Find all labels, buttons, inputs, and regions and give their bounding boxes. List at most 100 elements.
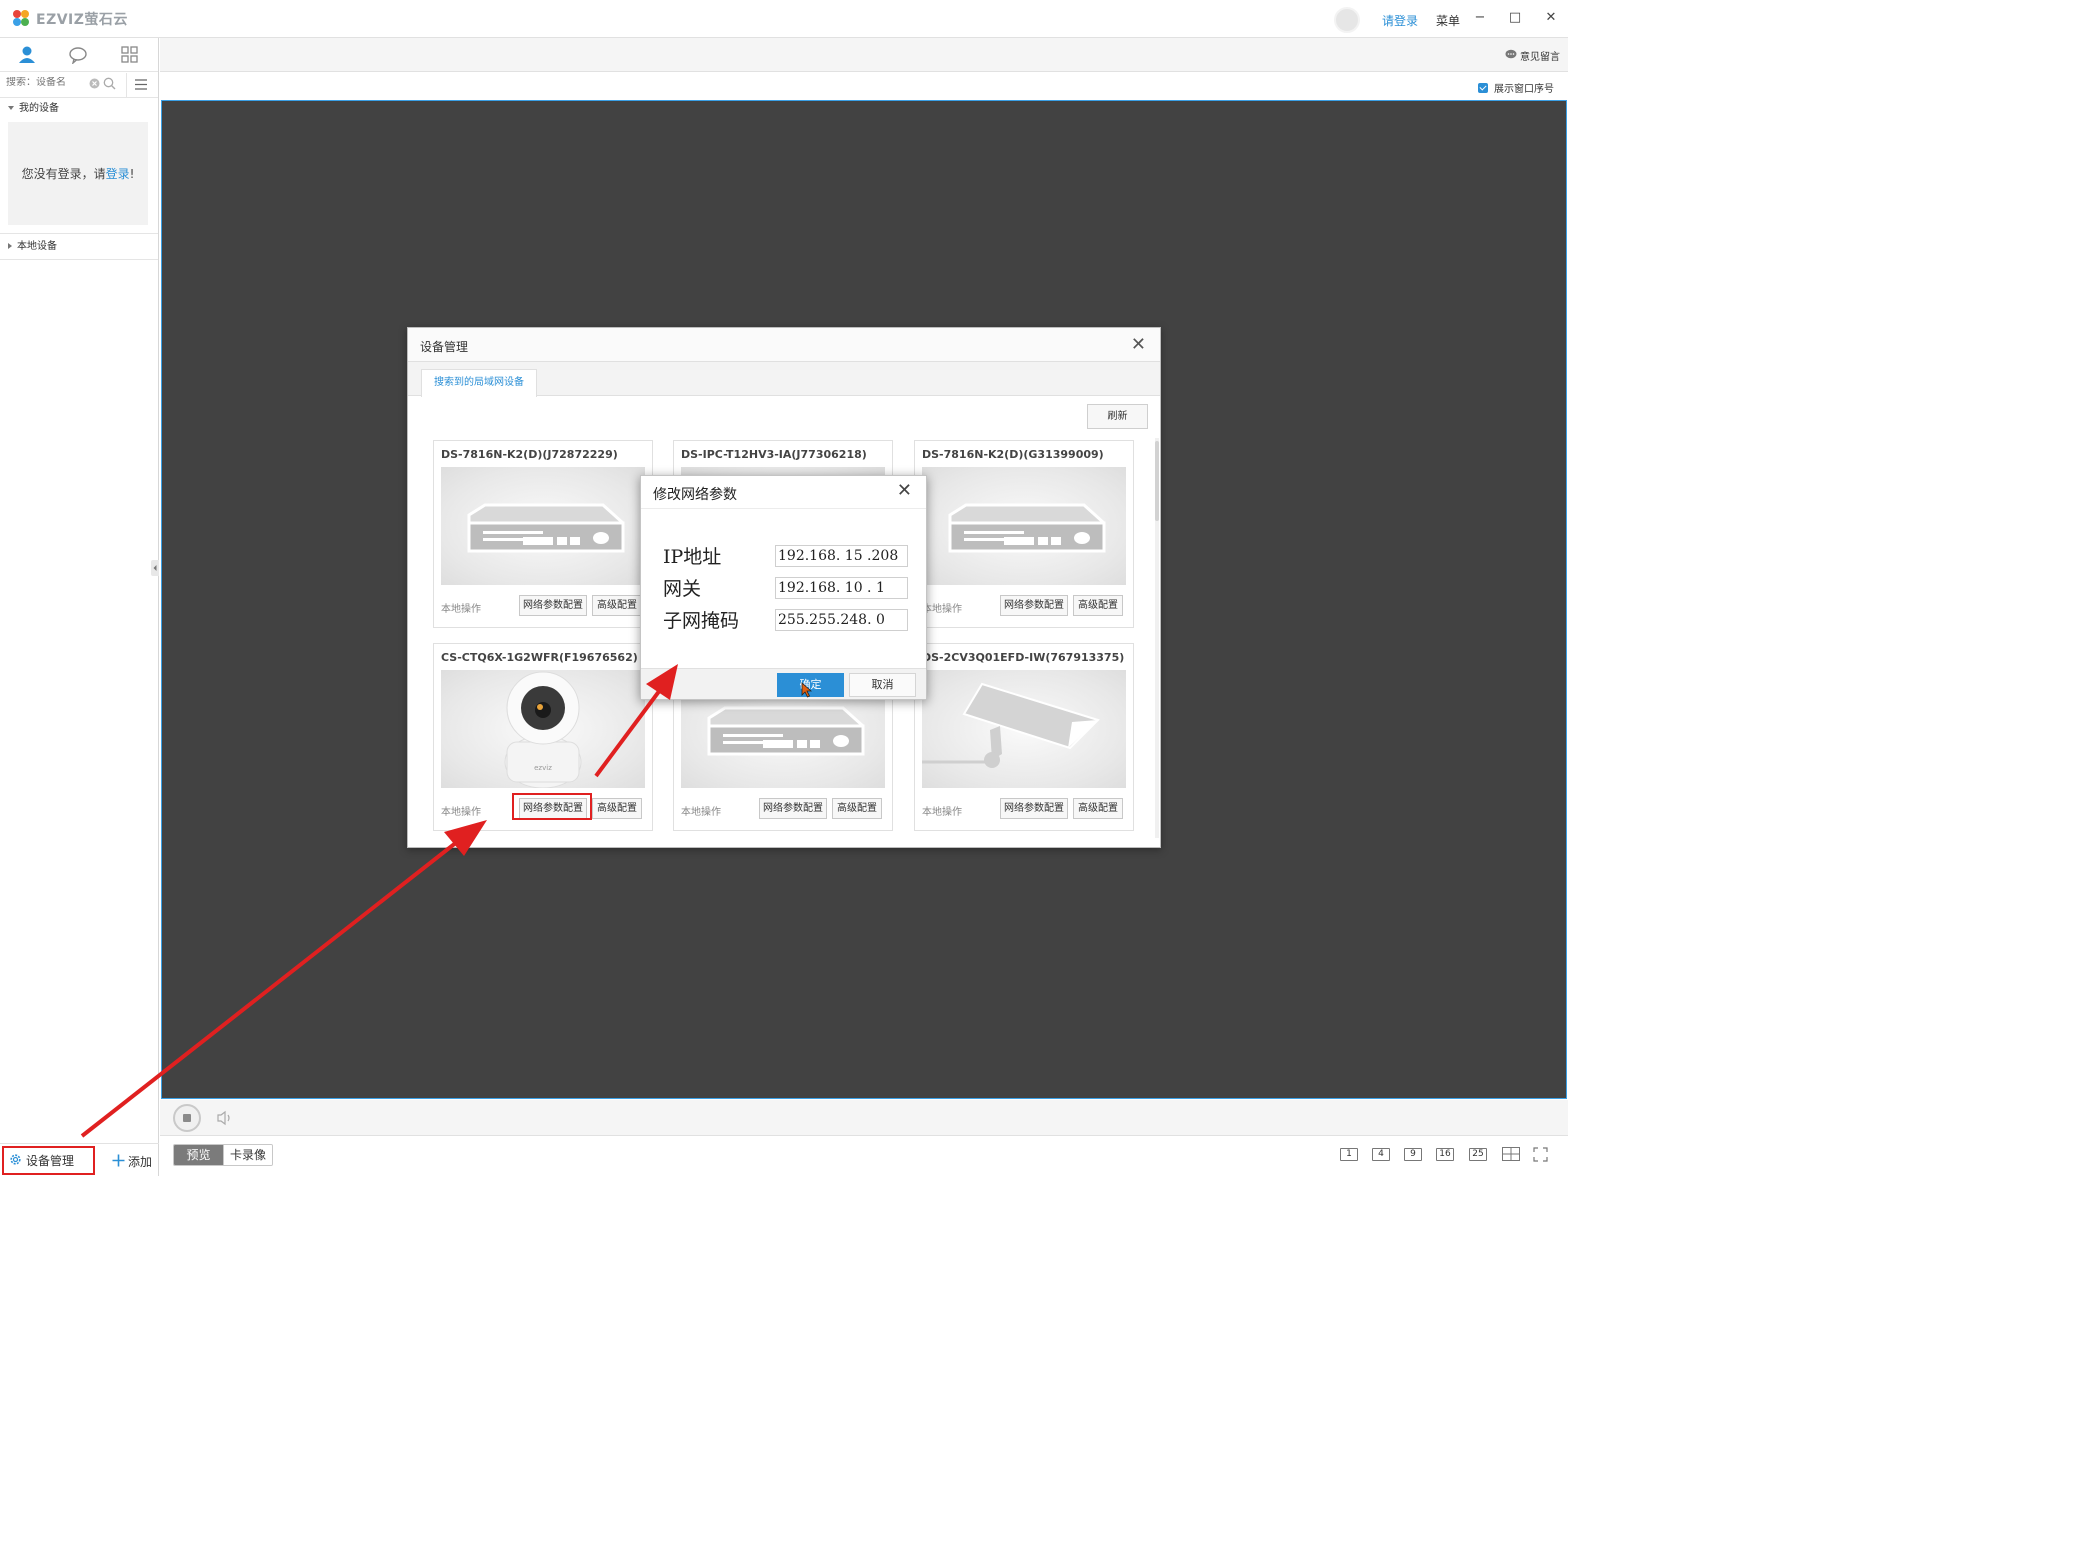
login-prompt-text: 您没有登录，请 <box>21 167 106 181</box>
sidebar-search <box>0 72 158 98</box>
search-icon[interactable] <box>103 77 116 93</box>
search-input[interactable] <box>6 77 90 88</box>
device-ptz-image: ezviz <box>441 670 645 788</box>
plus-icon <box>112 1154 125 1170</box>
device-card: DS-7816N-K2(D)(J72872229) 本地操作 网络参数配置 高级配置 <box>433 440 653 628</box>
network-dialog-close-icon[interactable]: ✕ <box>897 480 912 501</box>
my-devices-label: 我的设备 <box>19 103 59 114</box>
network-dialog-header: 修改网络参数 ✕ <box>641 476 926 509</box>
network-dialog-footer: 确定 取消 <box>641 668 926 699</box>
network-config-button[interactable]: 网络参数配置 <box>1000 595 1068 616</box>
dialog-close-icon[interactable]: ✕ <box>1131 334 1146 355</box>
device-card: DS-7816N-K2(D)(G31399009) 本地操作 网络参数配置 高级配置 <box>914 440 1134 628</box>
my-devices-group[interactable]: 我的设备 <box>0 98 158 120</box>
ip-row: IP地址 192.168. 15 .208 <box>663 542 909 568</box>
device-name: DS-7816N-K2(D)(J72872229) <box>441 448 618 461</box>
login-prompt: 您没有登录，请 登录! <box>8 122 148 225</box>
tab-lan-devices[interactable]: 搜索到的局域网设备 <box>421 369 537 397</box>
login-prompt-link[interactable]: 登录 <box>106 165 130 182</box>
minimize-button[interactable]: − <box>1472 10 1488 26</box>
device-name: DS-IPC-T12HV3-IA(J77306218) <box>681 448 867 461</box>
device-name: CS-CTQ6X-1G2WFR(F19676562) <box>441 651 638 664</box>
advanced-config-button[interactable]: 高级配置 <box>1073 595 1123 616</box>
device-name: DS-7816N-K2(D)(G31399009) <box>922 448 1104 461</box>
advanced-config-button[interactable]: 高级配置 <box>592 595 642 616</box>
local-devices-group[interactable]: 本地设备 <box>0 234 158 259</box>
avatar[interactable] <box>1334 7 1360 33</box>
network-config-button[interactable]: 网络参数配置 <box>519 595 587 616</box>
app-brand: EZVIZ萤石云 <box>36 12 128 28</box>
network-dialog-title: 修改网络参数 <box>653 487 737 503</box>
network-config-button[interactable]: 网络参数配置 <box>759 798 827 819</box>
search-divider <box>126 73 127 97</box>
device-nvr-image <box>441 467 645 585</box>
clear-icon[interactable] <box>89 78 100 92</box>
login-prompt-suffix: ! <box>129 166 135 181</box>
tab-card-recording[interactable]: 卡录像 <box>223 1145 272 1165</box>
show-window-index-toggle[interactable]: 展示窗口序号 <box>1478 80 1554 95</box>
network-params-dialog: 修改网络参数 ✕ IP地址 192.168. 15 .208 网关 192.16… <box>640 475 927 700</box>
device-name: DS-2CV3Q01EFD-IW(767913375) <box>922 651 1125 664</box>
device-nvr-image <box>922 467 1126 585</box>
advanced-config-button[interactable]: 高级配置 <box>1073 798 1123 819</box>
sidebar: 我的设备 您没有登录，请登录! 本地设备 设备管理 添加 <box>0 38 159 1176</box>
divider <box>0 259 158 260</box>
tab-preview[interactable]: 预览 <box>174 1145 223 1165</box>
advanced-config-button[interactable]: 高级配置 <box>832 798 882 819</box>
dialog-header: 设备管理 ✕ <box>408 328 1160 362</box>
custom-layout-icon[interactable] <box>1502 1147 1520 1164</box>
feedback-button[interactable]: 意见留言 <box>1505 48 1560 63</box>
settings-gear-icon <box>9 1153 22 1169</box>
dialog-title: 设备管理 <box>420 340 469 354</box>
annotation-highlight-box <box>512 793 592 820</box>
layout-16-button[interactable]: 16 <box>1436 1148 1454 1161</box>
advanced-config-button[interactable]: 高级配置 <box>592 798 642 819</box>
sidebar-collapse-handle[interactable] <box>151 560 159 576</box>
layout-9-button[interactable]: 9 <box>1404 1148 1422 1161</box>
fullscreen-icon[interactable] <box>1533 1147 1548 1165</box>
options-strip: 展示窗口序号 <box>160 72 1568 100</box>
local-operation-label: 本地操作 <box>681 807 721 818</box>
device-bullet-image <box>922 670 1126 788</box>
local-operation-label: 本地操作 <box>922 604 962 615</box>
layout-4-button[interactable]: 4 <box>1372 1148 1390 1161</box>
add-device-button[interactable]: 添加 <box>112 1153 152 1170</box>
comment-icon <box>1505 49 1517 63</box>
gateway-label: 网关 <box>663 578 702 600</box>
login-link[interactable]: 请登录 <box>1382 12 1418 29</box>
stop-button[interactable] <box>173 1104 201 1132</box>
close-window-button[interactable]: ✕ <box>1543 10 1559 26</box>
view-mode-switch: 预览 卡录像 <box>173 1144 273 1166</box>
show-index-checkbox[interactable] <box>1478 82 1488 93</box>
local-operation-label: 本地操作 <box>922 807 962 818</box>
maximize-button[interactable]: □ <box>1507 10 1523 26</box>
expand-right-icon <box>8 243 12 249</box>
local-devices-label: 本地设备 <box>17 241 57 252</box>
expand-down-icon <box>8 106 14 110</box>
chat-icon[interactable] <box>68 46 88 65</box>
cancel-button[interactable]: 取消 <box>849 673 916 697</box>
list-menu-icon[interactable] <box>135 79 147 93</box>
svg-text:ezviz: ezviz <box>534 764 552 772</box>
subnet-mask-field[interactable]: 255.255.248. 0 <box>775 609 908 631</box>
refresh-button[interactable]: 刷新 <box>1087 404 1148 429</box>
device-card: DS-2CV3Q01EFD-IW(767913375) 本地操作 网络参数配置 高级配… <box>914 643 1134 831</box>
gateway-row: 网关 192.168. 10 . 1 <box>663 574 909 600</box>
menu-button[interactable]: 菜单 <box>1436 12 1460 29</box>
layout-1-button[interactable]: 1 <box>1340 1148 1358 1161</box>
view-bar: 预览 卡录像 1 4 9 16 25 <box>160 1137 1568 1176</box>
gateway-field[interactable]: 192.168. 10 . 1 <box>775 577 908 599</box>
dialog-tabs: 搜索到的局域网设备 <box>408 362 1160 397</box>
grid-icon[interactable] <box>121 46 141 64</box>
user-icon[interactable] <box>17 46 37 64</box>
mouse-cursor-icon <box>801 682 813 701</box>
scrollbar-thumb[interactable] <box>1155 441 1159 521</box>
local-operation-label: 本地操作 <box>441 604 481 615</box>
device-management-button[interactable]: 设备管理 <box>2 1146 95 1175</box>
sidebar-tabs <box>0 38 158 72</box>
ip-address-field[interactable]: 192.168. 15 .208 <box>775 545 908 567</box>
main-toolbar: 意见留言 <box>160 38 1568 72</box>
network-config-button[interactable]: 网络参数配置 <box>1000 798 1068 819</box>
volume-icon[interactable] <box>216 1110 234 1129</box>
layout-25-button[interactable]: 25 <box>1469 1148 1487 1161</box>
